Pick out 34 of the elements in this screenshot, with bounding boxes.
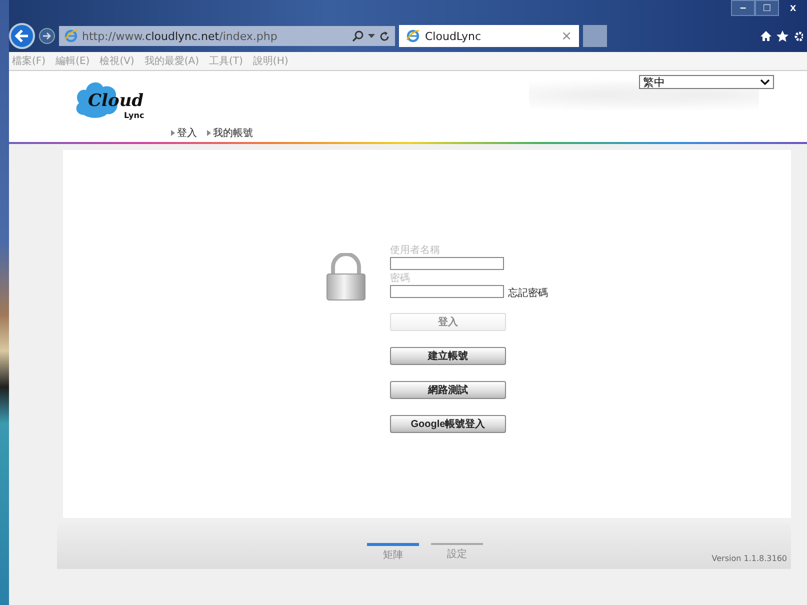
field-label: 密碼 [390, 273, 411, 285]
settings-icon[interactable] [793, 30, 803, 42]
chevron-down-icon [760, 78, 770, 86]
back-button[interactable] [9, 23, 35, 49]
language-select[interactable]: 繁中 [639, 75, 774, 89]
forward-arrow-icon [42, 31, 52, 41]
refresh-icon[interactable] [379, 30, 390, 42]
username-input[interactable] [390, 257, 504, 270]
star-icon[interactable] [776, 30, 789, 42]
window-control-button[interactable]: □ [755, 0, 779, 16]
window-control-button[interactable]: – [731, 0, 755, 16]
browser-tab[interactable]: CloudLync × [399, 25, 579, 47]
forgot-password-link[interactable]: 忘記密碼 [508, 286, 548, 300]
login-form-button[interactable]: 網路測試 [390, 381, 506, 399]
browser-icon [64, 29, 78, 43]
home-icon[interactable] [760, 30, 772, 42]
back-arrow-icon [13, 27, 31, 45]
window-control-button[interactable]: x [779, 0, 807, 16]
field-label: 使用者名稱 [390, 245, 441, 257]
dropdown-caret-icon[interactable] [368, 34, 375, 38]
address-bar[interactable]: http://www.cloudlync.net/index.php [59, 26, 395, 46]
padlock-icon [324, 253, 368, 301]
search-icon[interactable] [352, 30, 364, 42]
login-form-button[interactable]: Google帳號登入 [390, 415, 506, 433]
browser-icon [406, 29, 420, 43]
password-input[interactable] [390, 285, 504, 298]
nav-link[interactable]: 登入 [171, 126, 197, 140]
login-form-button[interactable]: 建立帳號 [390, 347, 506, 365]
url-text: http://www.cloudlync.net/index.php [82, 30, 278, 42]
version-text: Version 1.1.8.3160 [712, 554, 787, 563]
nav-link[interactable]: 我的帳號 [207, 126, 253, 140]
forward-button[interactable] [39, 28, 55, 44]
tab-title: CloudLync [425, 30, 482, 42]
tab-close-button[interactable]: × [561, 28, 572, 44]
